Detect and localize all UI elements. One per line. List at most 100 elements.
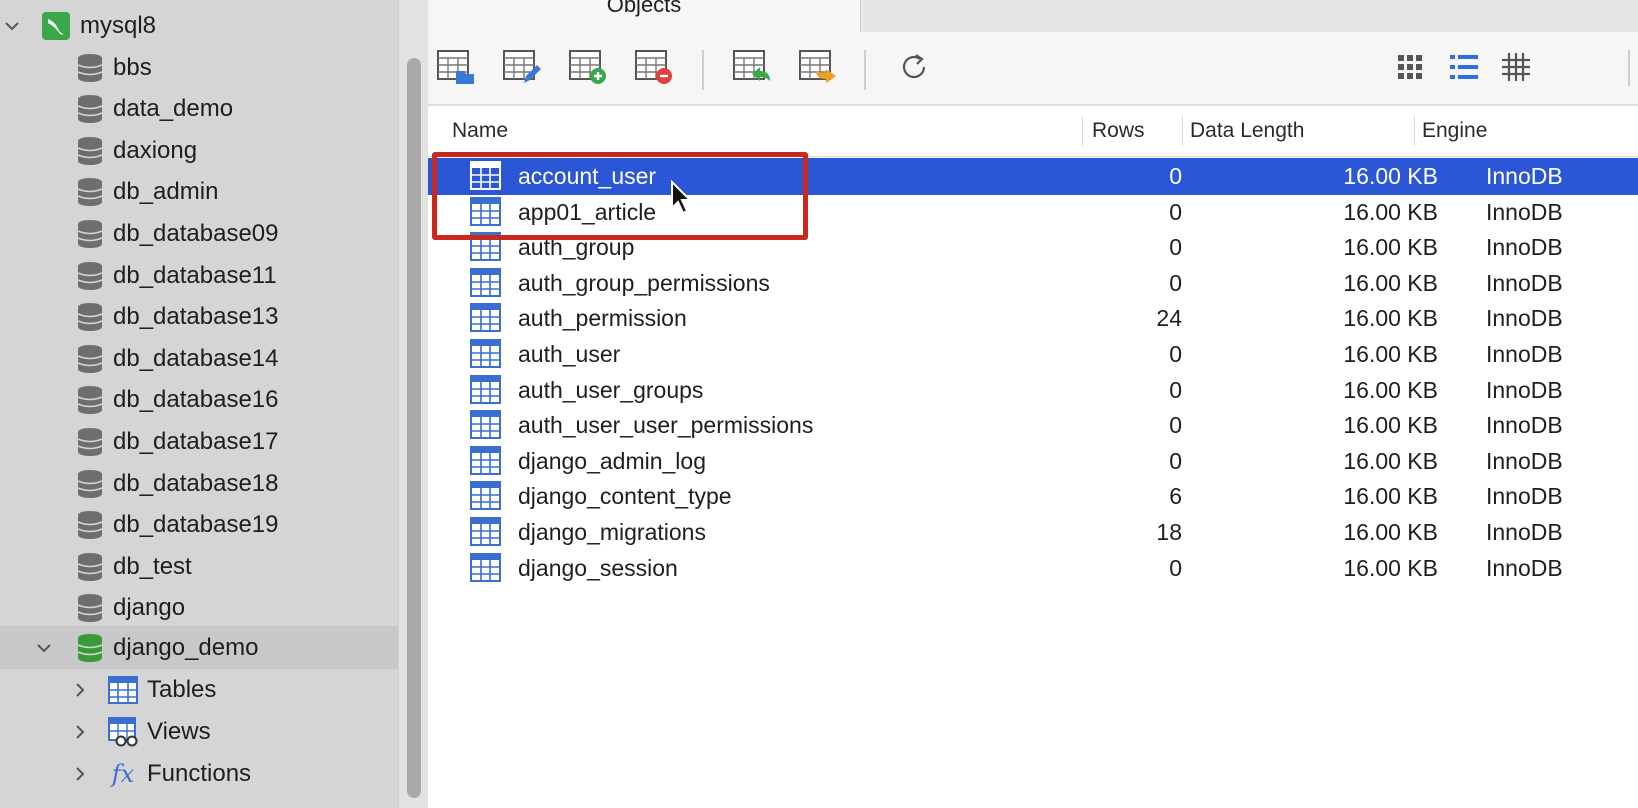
table-icon	[107, 674, 139, 706]
chevron-down-icon[interactable]	[30, 634, 58, 662]
table-name: django_content_type	[518, 483, 732, 510]
database-node[interactable]: db_database16	[0, 379, 398, 422]
detail-view-button[interactable]	[1494, 48, 1538, 90]
database-node-django_demo[interactable]: django_demo	[0, 626, 398, 669]
design-table-icon	[502, 49, 542, 90]
new-table-button[interactable]	[566, 48, 610, 90]
navigation-sidebar: mysql8 bbs data_demodaxiong db_admin db_dat…	[0, 0, 398, 808]
tab-objects[interactable]: Objects	[428, 0, 861, 32]
table-engine: InnoDB	[1486, 412, 1563, 439]
table-row-count: 0	[1169, 554, 1182, 581]
detail-view-icon	[1501, 52, 1531, 87]
table-icon	[470, 410, 502, 440]
table-name: django_migrations	[518, 519, 706, 545]
table-engine: InnoDB	[1486, 483, 1563, 510]
table-name: auth_user	[518, 341, 621, 367]
design-table-button[interactable]	[500, 48, 544, 90]
database-node[interactable]: db_database19	[0, 504, 398, 547]
database-node[interactable]: db_test	[0, 545, 398, 588]
database-icon	[74, 343, 106, 375]
column-header-name[interactable]: Name	[452, 119, 508, 143]
database-node[interactable]: db_admin	[0, 171, 398, 214]
column-divider[interactable]	[1082, 116, 1083, 146]
new-table-icon	[568, 49, 608, 90]
database-node[interactable]: db_database14	[0, 337, 398, 380]
database-node[interactable]: bbs	[0, 46, 398, 89]
sidebar-scrollbar[interactable]	[398, 0, 429, 808]
table-row[interactable]: django_migrations 18 16.00 KB InnoDB	[428, 514, 1638, 551]
database-label: bbs	[113, 53, 152, 81]
tree-item-label: Tables	[147, 675, 217, 703]
tree-item-views[interactable]: Views	[0, 710, 398, 753]
database-node[interactable]: db_database13	[0, 296, 398, 339]
table-row[interactable]: django_session 0 16.00 KB InnoDB	[428, 550, 1638, 587]
database-label: db_database13	[113, 303, 279, 331]
table-row[interactable]: auth_group 0 16.00 KB InnoDB	[428, 229, 1638, 266]
column-header-engine[interactable]: Engine	[1422, 119, 1487, 143]
refresh-button[interactable]	[892, 48, 936, 90]
column-divider[interactable]	[1414, 116, 1415, 146]
table-row[interactable]: django_admin_log 0 16.00 KB InnoDB	[428, 443, 1638, 480]
database-node[interactable]: db_database11	[0, 254, 398, 297]
table-row-count: 0	[1169, 376, 1182, 403]
table-row[interactable]: auth_user_user_permissions 0 16.00 KB InnoD…	[428, 407, 1638, 444]
table-icon	[470, 196, 502, 227]
table-row-count: 18	[1156, 519, 1182, 545]
tree-item-functions[interactable]: fx Functions	[0, 752, 398, 795]
database-label: daxiong	[113, 136, 198, 164]
column-header-rows[interactable]: Rows	[1092, 119, 1145, 143]
tab-objects-label: Objects	[606, 0, 682, 17]
sidebar-scrollbar-thumb[interactable]	[407, 58, 421, 798]
database-node[interactable]: db_database18	[0, 462, 398, 505]
tree-item-tables[interactable]: Tables	[0, 668, 398, 711]
column-divider[interactable]	[1182, 116, 1183, 146]
table-row[interactable]: auth_user 0 16.00 KB InnoDB	[428, 336, 1638, 373]
database-icon	[74, 135, 106, 167]
export-wizard-button[interactable]	[796, 48, 840, 90]
table-engine: InnoDB	[1486, 341, 1563, 367]
table-row-count: 0	[1169, 163, 1182, 189]
toolbar-separator	[1628, 50, 1630, 86]
chevron-down-icon[interactable]	[0, 12, 26, 40]
active-database-icon	[74, 632, 106, 664]
table-row[interactable]: account_user 0 16.00 KB InnoDB	[428, 158, 1638, 195]
database-label: db_database18	[113, 469, 279, 497]
import-wizard-button[interactable]	[730, 48, 774, 90]
database-label: django	[113, 594, 186, 622]
table-row[interactable]: app01_article 0 16.00 KB InnoDB	[428, 194, 1638, 231]
database-label: db_database16	[113, 386, 279, 414]
chevron-right-icon[interactable]	[66, 676, 94, 704]
column-header-data-length[interactable]: Data Length	[1190, 119, 1304, 143]
database-label: db_database17	[113, 427, 279, 455]
chevron-right-icon[interactable]	[66, 718, 94, 746]
database-node[interactable]: db_database17	[0, 420, 398, 463]
table-data-length: 16.00 KB	[1343, 554, 1438, 581]
delete-table-icon	[634, 49, 674, 90]
database-icon	[74, 592, 106, 624]
table-data-length: 16.00 KB	[1343, 341, 1438, 367]
table-row[interactable]: auth_permission 24 16.00 KB InnoDB	[428, 300, 1638, 337]
database-node[interactable]: daxiong	[0, 129, 398, 172]
database-node[interactable]: db_database09	[0, 212, 398, 255]
database-node[interactable]: django	[0, 587, 398, 630]
table-row-count: 0	[1169, 412, 1182, 439]
connection-node-mysql8[interactable]: mysql8	[0, 4, 398, 47]
database-icon	[74, 52, 106, 84]
table-row[interactable]: auth_group_permissions 0 16.00 KB InnoDB	[428, 265, 1638, 302]
table-row-count: 6	[1169, 483, 1182, 510]
table-row[interactable]: auth_user_groups 0 16.00 KB InnoDB	[428, 372, 1638, 409]
grid-view-button[interactable]	[1388, 48, 1432, 90]
function-icon: fx	[111, 759, 135, 788]
chevron-right-icon[interactable]	[66, 760, 94, 788]
open-table-button[interactable]	[434, 48, 478, 90]
objects-toolbar	[428, 32, 1638, 106]
delete-table-button[interactable]	[632, 48, 676, 90]
list-view-icon	[1449, 53, 1479, 86]
database-label: db_admin	[113, 178, 219, 206]
table-data-length: 16.00 KB	[1343, 198, 1438, 225]
list-view-button[interactable]	[1442, 48, 1486, 90]
table-row[interactable]: django_content_type 6 16.00 KB InnoDB	[428, 478, 1638, 515]
database-icon	[74, 260, 106, 292]
table-icon	[470, 161, 502, 191]
database-node[interactable]: data_demo	[0, 88, 398, 131]
